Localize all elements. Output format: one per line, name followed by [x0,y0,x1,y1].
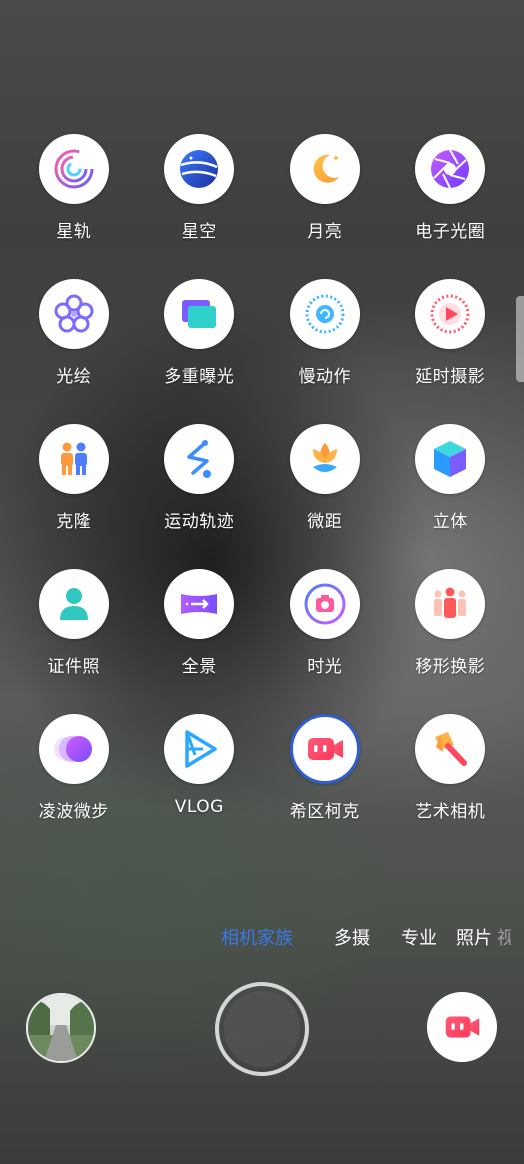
mode-label: 多重曝光 [164,367,235,387]
star-trails-icon [38,134,109,204]
mode-clone[interactable]: 克隆 [11,424,137,569]
camera-mode-grid: 星轨 星空 月亮 电子光圈 光绘 多重曝光 慢动作 延时摄影 克隆 运动轨迹 微… [11,134,513,859]
mode-macro[interactable]: 微距 [262,424,388,569]
mode-tab-video-partial[interactable]: 视 [497,924,511,950]
mode-3d[interactable]: 立体 [388,424,514,569]
mode-label: 时光 [307,657,343,677]
panorama-icon [164,569,235,639]
mode-label: 月亮 [307,222,343,242]
shutter-inner [224,991,300,1067]
shutter-button[interactable] [215,982,309,1076]
mode-label: 立体 [432,512,468,532]
gallery-thumbnail[interactable] [26,993,96,1063]
shape-shift-people-icon [415,569,486,639]
clone-people-icon [38,424,109,494]
mode-label: 光绘 [56,367,92,387]
mode-label: 证件照 [47,657,100,677]
aperture-icon [415,134,486,204]
mode-starry-sky[interactable]: 星空 [137,134,263,279]
mode-multiple-exposure[interactable]: 多重曝光 [137,279,263,424]
vlog-play-icon [164,714,235,784]
3d-cube-icon [415,424,486,494]
mode-tab-camera-family[interactable]: 相机家族 [221,924,293,950]
video-mode-button[interactable] [427,992,497,1062]
video-mode-icon [445,1016,480,1038]
mode-time-lapse[interactable]: 延时摄影 [388,279,514,424]
mode-label: 运动轨迹 [164,512,235,532]
mode-time[interactable]: 时光 [262,569,388,714]
mode-label: 星空 [181,222,217,242]
id-photo-icon [38,569,109,639]
mode-label: 全景 [181,657,217,677]
moon-icon [289,134,360,204]
mode-label: 慢动作 [298,367,351,387]
mode-hitchcock[interactable]: 希区柯克 [262,714,388,859]
mode-light-painting[interactable]: 光绘 [11,279,137,424]
mode-tab-pro[interactable]: 专业 [401,924,437,950]
mode-slow-motion[interactable]: 慢动作 [262,279,388,424]
art-brush-icon [415,714,486,784]
mode-motion-track[interactable]: 运动轨迹 [137,424,263,569]
mode-label: 艺术相机 [415,802,486,822]
time-camera-icon [289,569,360,639]
macro-flower-icon [289,424,360,494]
mode-label: 凌波微步 [38,802,109,822]
motion-track-icon [164,424,235,494]
starry-sky-planet-icon [164,134,235,204]
hitchcock-video-icon [289,714,360,784]
slow-motion-icon [289,279,360,349]
mode-tab-photo[interactable]: 照片 [456,924,492,950]
mode-label: 电子光圈 [415,222,486,242]
mode-selector: 相机家族 多摄 专业 照片 视 [0,924,524,952]
mode-aperture[interactable]: 电子光圈 [388,134,514,279]
mode-label: 延时摄影 [415,367,486,387]
mode-label: 希区柯克 [289,802,360,822]
mode-label: VLOG [174,797,224,817]
mode-label: 移形换影 [415,657,486,677]
thumbnail-image [28,995,94,1061]
mode-star-trails[interactable]: 星轨 [11,134,137,279]
multiple-exposure-icon [164,279,235,349]
mode-label: 星轨 [56,222,92,242]
light-painting-flower-icon [38,279,109,349]
mode-art-camera[interactable]: 艺术相机 [388,714,514,859]
ripple-step-icon [38,714,109,784]
mode-id-photo[interactable]: 证件照 [11,569,137,714]
mode-label: 克隆 [56,512,92,532]
mode-tab-multi-camera[interactable]: 多摄 [334,924,370,950]
mode-ripple-step[interactable]: 凌波微步 [11,714,137,859]
mode-vlog[interactable]: VLOG [137,714,263,859]
time-lapse-icon [415,279,486,349]
mode-panorama[interactable]: 全景 [137,569,263,714]
mode-label: 微距 [307,512,343,532]
mode-shape-shift[interactable]: 移形换影 [388,569,514,714]
mode-moon[interactable]: 月亮 [262,134,388,279]
side-panel-handle[interactable] [516,296,524,382]
